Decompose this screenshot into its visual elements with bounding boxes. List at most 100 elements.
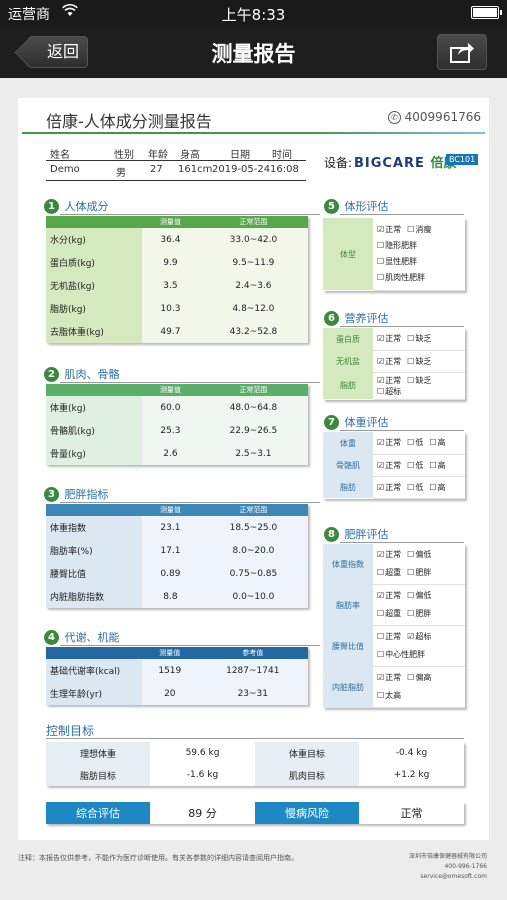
checkbox-option[interactable]: 偏低 (407, 546, 431, 564)
row-label: 蛋白质(kg) (46, 251, 142, 274)
score-value: 89 分 (150, 802, 255, 824)
row-label: 生理年龄(yr) (46, 682, 142, 705)
checkbox-option[interactable]: 高 (429, 482, 446, 493)
checkbox-option[interactable]: 缺乏 (407, 356, 431, 367)
checkbox-option[interactable]: 中心性肥胖 (377, 646, 425, 664)
checkbox-option[interactable]: 超重 (377, 564, 401, 582)
checkbox-option[interactable]: 缺乏 (407, 375, 431, 386)
info-header: 身高 (180, 150, 200, 161)
phone-number: 4009961766 (404, 110, 481, 124)
row-value: 36.4 (142, 228, 199, 251)
checkbox-option[interactable]: 低 (407, 482, 423, 493)
row-range: 23~31 (197, 682, 308, 705)
row-label: 基础代谢率(kcal) (46, 659, 142, 682)
section-title: 人体成分 (64, 200, 109, 213)
muscle-bone-table: 测量值 正常范围 体重(kg) 60.0 48.0~64.8 骨骼肌(kg) 25.3 2… (46, 384, 308, 465)
checkbox-option[interactable]: 正常 (377, 546, 401, 564)
checkbox-option[interactable]: 低 (407, 437, 423, 448)
table-row: 骨量(kg) 2.6 2.5~3.1 (46, 442, 308, 465)
checkbox-option[interactable]: 正常 (377, 460, 401, 471)
phone-icon: ✆ (387, 111, 401, 124)
section-rule (340, 326, 464, 327)
row-range: 2.5~3.1 (198, 442, 308, 465)
nav-bar: 返回 测量报告 (0, 26, 507, 78)
target-label: 理想体重 (46, 742, 150, 764)
checkbox-option[interactable]: 正常 (377, 669, 401, 687)
section-obesity-index: 3 肥胖指标 (44, 486, 320, 503)
checkbox-option[interactable]: 缺乏 (407, 333, 431, 344)
col-header: 测量值 (142, 384, 199, 396)
row-label: 体型 (323, 218, 373, 290)
checkbox-option[interactable]: 肥胖 (407, 605, 431, 623)
row-range: 8.0~20.0 (198, 539, 308, 562)
checkbox-option[interactable]: 正常 (377, 628, 401, 646)
checkbox-option[interactable]: 正常 (377, 222, 401, 238)
checkbox-option[interactable]: 正常 (377, 587, 401, 605)
company-email: service@omesoft.com (420, 873, 487, 880)
brand-name: BIGCARE (354, 156, 425, 171)
info-value: Demo (50, 164, 80, 175)
row-label: 内脏脂肪 (323, 666, 373, 708)
device-label: 设备: (324, 156, 353, 170)
row-label: 去脂体重(kg) (46, 320, 142, 343)
checkbox-option[interactable]: 低 (407, 460, 423, 471)
row-range: 1287~1741 (197, 659, 308, 682)
checkbox-option[interactable]: 肥胖 (407, 564, 431, 582)
company-tel: 400-996-1766 (444, 863, 487, 870)
section-rule (60, 382, 320, 383)
clock: 上午8:33 (221, 6, 286, 24)
checkbox-option[interactable]: 正常 (377, 333, 401, 344)
section-metabolism: 4 代谢、机能 (44, 629, 320, 646)
row-value: 1519 (142, 659, 198, 682)
checkbox-option[interactable]: 肌肉性肥胖 (377, 270, 425, 286)
checkbox-option[interactable]: 偏低 (407, 587, 431, 605)
checkbox-option[interactable]: 显性肥胖 (377, 254, 417, 270)
checkbox-option[interactable]: 正常 (377, 437, 401, 448)
control-title: 控制目标 (46, 724, 95, 738)
model-badge: BC101 (446, 154, 479, 165)
brand-logo: BIGCARE 倍康 (354, 152, 456, 171)
row-label: 无机盐(kg) (46, 274, 142, 297)
row-label: 腰臀比值 (323, 625, 373, 667)
info-value: 27 (150, 164, 163, 175)
section-number: 7 (324, 414, 339, 430)
checkbox-option[interactable]: 隐形肥胖 (377, 238, 417, 254)
company-name: 深圳市倍康保健器械有限公司 (408, 853, 487, 860)
table-row: 脂肪率(%) 17.1 8.0~20.0 (46, 539, 308, 562)
company-info: 深圳市倍康保健器械有限公司 400-996-1766 service@omeso… (409, 852, 487, 882)
section-number: 4 (44, 629, 59, 645)
checkbox-option[interactable]: 正常 (377, 356, 401, 367)
share-button[interactable] (437, 34, 487, 70)
checkbox-option[interactable]: 正常 (377, 482, 401, 493)
checkbox-option[interactable]: 正常 (377, 375, 401, 386)
table-row: 蛋白质正常缺乏 (323, 328, 465, 351)
table-row: 脂肪正常低高 (323, 476, 465, 499)
info-headers: 姓名 性别 年龄 身高 日期 时间 (46, 146, 306, 161)
info-rule (46, 180, 306, 181)
table-row: 无机盐(kg) 3.5 2.4~3.6 (46, 274, 308, 297)
row-value: 2.6 (142, 442, 199, 465)
info-values: Demo 男 27 161cm 2019-05-24 16:08 (46, 164, 306, 179)
row-label: 骨骼肌(kg) (46, 419, 142, 442)
row-label: 脂肪率 (323, 584, 373, 626)
checkbox-option[interactable]: 超标 (407, 628, 431, 646)
battery-icon (471, 6, 502, 19)
row-value: 17.1 (142, 539, 199, 562)
row-value: 9.9 (142, 251, 199, 274)
obesity-index-table: 测量值 正常范围 体重指数 23.1 18.5~25.0 脂肪率(%) 17.1 8.0~… (46, 504, 308, 608)
section-nutrition: 6 营养评估 (324, 310, 464, 327)
checkbox-option[interactable]: 超重 (377, 605, 401, 623)
row-range: 43.2~52.8 (198, 320, 308, 343)
section-number: 2 (44, 366, 59, 382)
row-value: 25.3 (142, 419, 199, 442)
row-range: 18.5~25.0 (198, 516, 308, 539)
checkbox-option[interactable]: 消瘦 (407, 222, 431, 238)
row-label: 脂肪 (323, 476, 373, 498)
table-row: 体重指数 23.1 18.5~25.0 (46, 516, 308, 539)
checkbox-option[interactable]: 偏高 (407, 669, 431, 687)
checkbox-option[interactable]: 超标 (377, 386, 401, 397)
checkbox-option[interactable]: 高 (429, 437, 446, 448)
col-header: 正常范围 (198, 216, 308, 228)
checkbox-option[interactable]: 高 (429, 460, 446, 471)
checkbox-option[interactable]: 太高 (377, 687, 401, 705)
